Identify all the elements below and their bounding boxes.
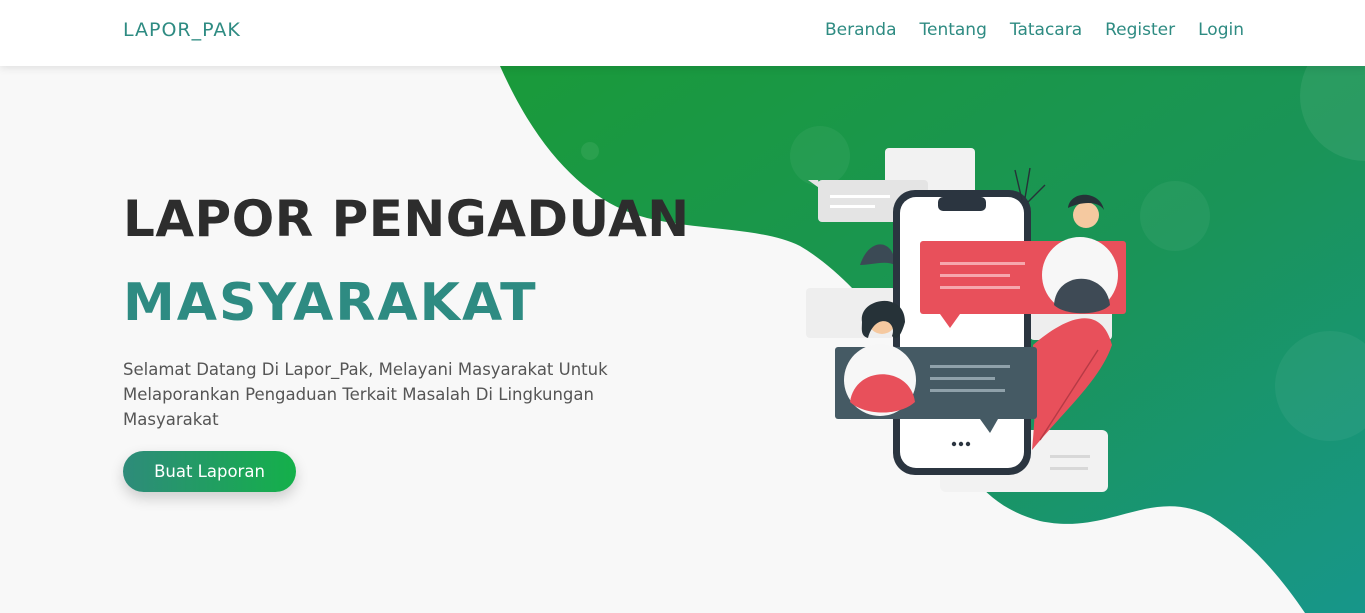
hero-description: Selamat Datang Di Lapor_Pak, Melayani Ma… (123, 360, 608, 429)
chat-illustration (806, 148, 1126, 492)
hero-title-line2: MASYARAKAT (123, 273, 538, 333)
nav-links: Beranda Tentang Tatacara Register Login (825, 20, 1244, 40)
buat-laporan-button[interactable]: Buat Laporan (123, 451, 296, 492)
hero-title-line1: LAPOR PENGADUAN (123, 190, 690, 248)
nav-link-tentang[interactable]: Tentang (919, 20, 986, 40)
nav-link-register[interactable]: Register (1105, 20, 1175, 40)
nav-link-tatacara[interactable]: Tatacara (1010, 20, 1082, 40)
navbar: LAPOR_PAK Beranda Tentang Tatacara Regis… (0, 0, 1365, 66)
nav-link-beranda[interactable]: Beranda (825, 20, 897, 40)
brand-logo[interactable]: LAPOR_PAK (123, 19, 241, 41)
hero-background-blob (500, 66, 1365, 613)
nav-link-login[interactable]: Login (1198, 20, 1244, 40)
